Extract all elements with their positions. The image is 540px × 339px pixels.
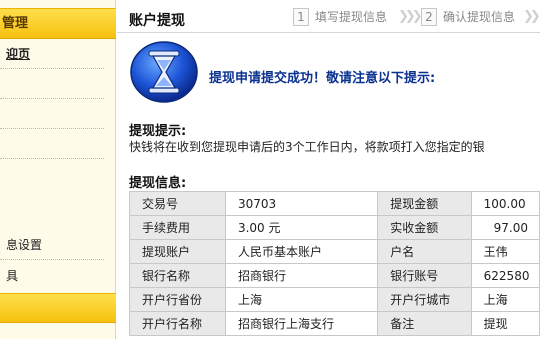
step-number: 1 — [293, 8, 309, 26]
table-cell-label: 银行名称 — [129, 263, 226, 288]
withdraw-info-table: 交易号 30703 提现金额 100.00 手续费用 3.00 元 实收金额 9… — [129, 191, 540, 336]
table-cell-label: 开户行城市 — [377, 287, 472, 312]
table-cell-label: 提现账户 — [129, 239, 226, 264]
table-cell-value: 97.00 — [470, 215, 540, 240]
info-title: 提现信息: — [129, 176, 187, 191]
sidebar-header[interactable]: 管理 — [0, 8, 116, 39]
table-row: 开户行省份 上海 开户行城市 上海 — [129, 287, 540, 312]
table-cell-value: 上海 — [224, 287, 379, 312]
sidebar-item[interactable] — [0, 69, 104, 99]
hourglass-icon — [130, 41, 198, 103]
sidebar-item-welcome[interactable]: 迎页 — [0, 39, 104, 69]
table-cell-label: 户名 — [377, 239, 472, 264]
sidebar: 管理 迎页 息设置 具 — [0, 0, 116, 339]
table-row: 交易号 30703 提现金额 100.00 — [129, 191, 540, 216]
page-title: 账户提现 — [129, 13, 185, 29]
table-cell-value: 100.00 — [470, 191, 540, 216]
step-label: 确认提现信息 — [443, 10, 516, 24]
table-cell-label: 银行账号 — [377, 263, 472, 288]
page-header: 账户提现 1 填写提现信息 ❯❯❯ 2 确认提现信息 ❯❯ — [117, 0, 540, 33]
table-cell-label: 备注 — [377, 311, 472, 336]
step-arrow-icon: ❯❯❯ — [398, 9, 423, 24]
sidebar-item-label: 具 — [6, 269, 19, 283]
sidebar-item-label: 迎页 — [6, 47, 31, 61]
table-cell-label: 开户行省份 — [129, 287, 226, 312]
table-cell-value: 招商银行 — [224, 263, 379, 288]
step-arrow-icon: ❯❯ — [523, 9, 540, 24]
table-cell-value: 招商银行上海支行 — [224, 311, 379, 336]
sidebar-footer-bar[interactable] — [0, 293, 116, 323]
step-1: 1 填写提现信息 — [293, 8, 387, 26]
step-label: 填写提现信息 — [315, 10, 388, 24]
sidebar-item[interactable] — [0, 129, 104, 159]
step-2: 2 确认提现信息 — [421, 8, 515, 26]
tips-title: 提现提示: — [129, 124, 187, 139]
table-cell-value: 人民币基本账户 — [224, 239, 379, 264]
table-cell-value: 提现 — [470, 311, 540, 336]
success-message: 提现申请提交成功！敬请注意以下提示: — [209, 71, 436, 86]
main-content: 账户提现 1 填写提现信息 ❯❯❯ 2 确认提现信息 ❯❯ 提现申请提交成功！敬请注… — [117, 0, 540, 339]
sidebar-item-info-settings[interactable]: 息设置 — [0, 230, 104, 260]
table-cell-label: 开户行名称 — [129, 311, 226, 336]
table-row: 手续费用 3.00 元 实收金额 97.00 — [129, 215, 540, 240]
table-cell-label: 提现金额 — [377, 191, 472, 216]
tips-text: 快钱将在收到您提现申请后的3个工作日内，将款项打入您指定的银 — [129, 140, 485, 154]
table-cell-value: 622580 — [470, 263, 540, 288]
table-cell-value: 王伟 — [470, 239, 540, 264]
sidebar-item[interactable] — [0, 159, 104, 189]
table-cell-label: 手续费用 — [129, 215, 226, 240]
table-cell-label: 交易号 — [129, 191, 226, 216]
sidebar-header-label: 管理 — [2, 16, 29, 31]
sidebar-item-label: 息设置 — [6, 238, 43, 252]
sidebar-item[interactable] — [0, 99, 104, 129]
step-number: 2 — [421, 8, 437, 26]
sidebar-item-tools[interactable]: 具 — [0, 260, 104, 290]
table-row: 开户行名称 招商银行上海支行 备注 提现 — [129, 311, 540, 336]
table-row: 提现账户 人民币基本账户 户名 王伟 — [129, 239, 540, 264]
table-row: 银行名称 招商银行 银行账号 622580 — [129, 263, 540, 288]
table-cell-value: 上海 — [470, 287, 540, 312]
table-cell-value: 30703 — [224, 191, 379, 216]
table-cell-value: 3.00 元 — [224, 215, 379, 240]
table-cell-label: 实收金额 — [377, 215, 472, 240]
